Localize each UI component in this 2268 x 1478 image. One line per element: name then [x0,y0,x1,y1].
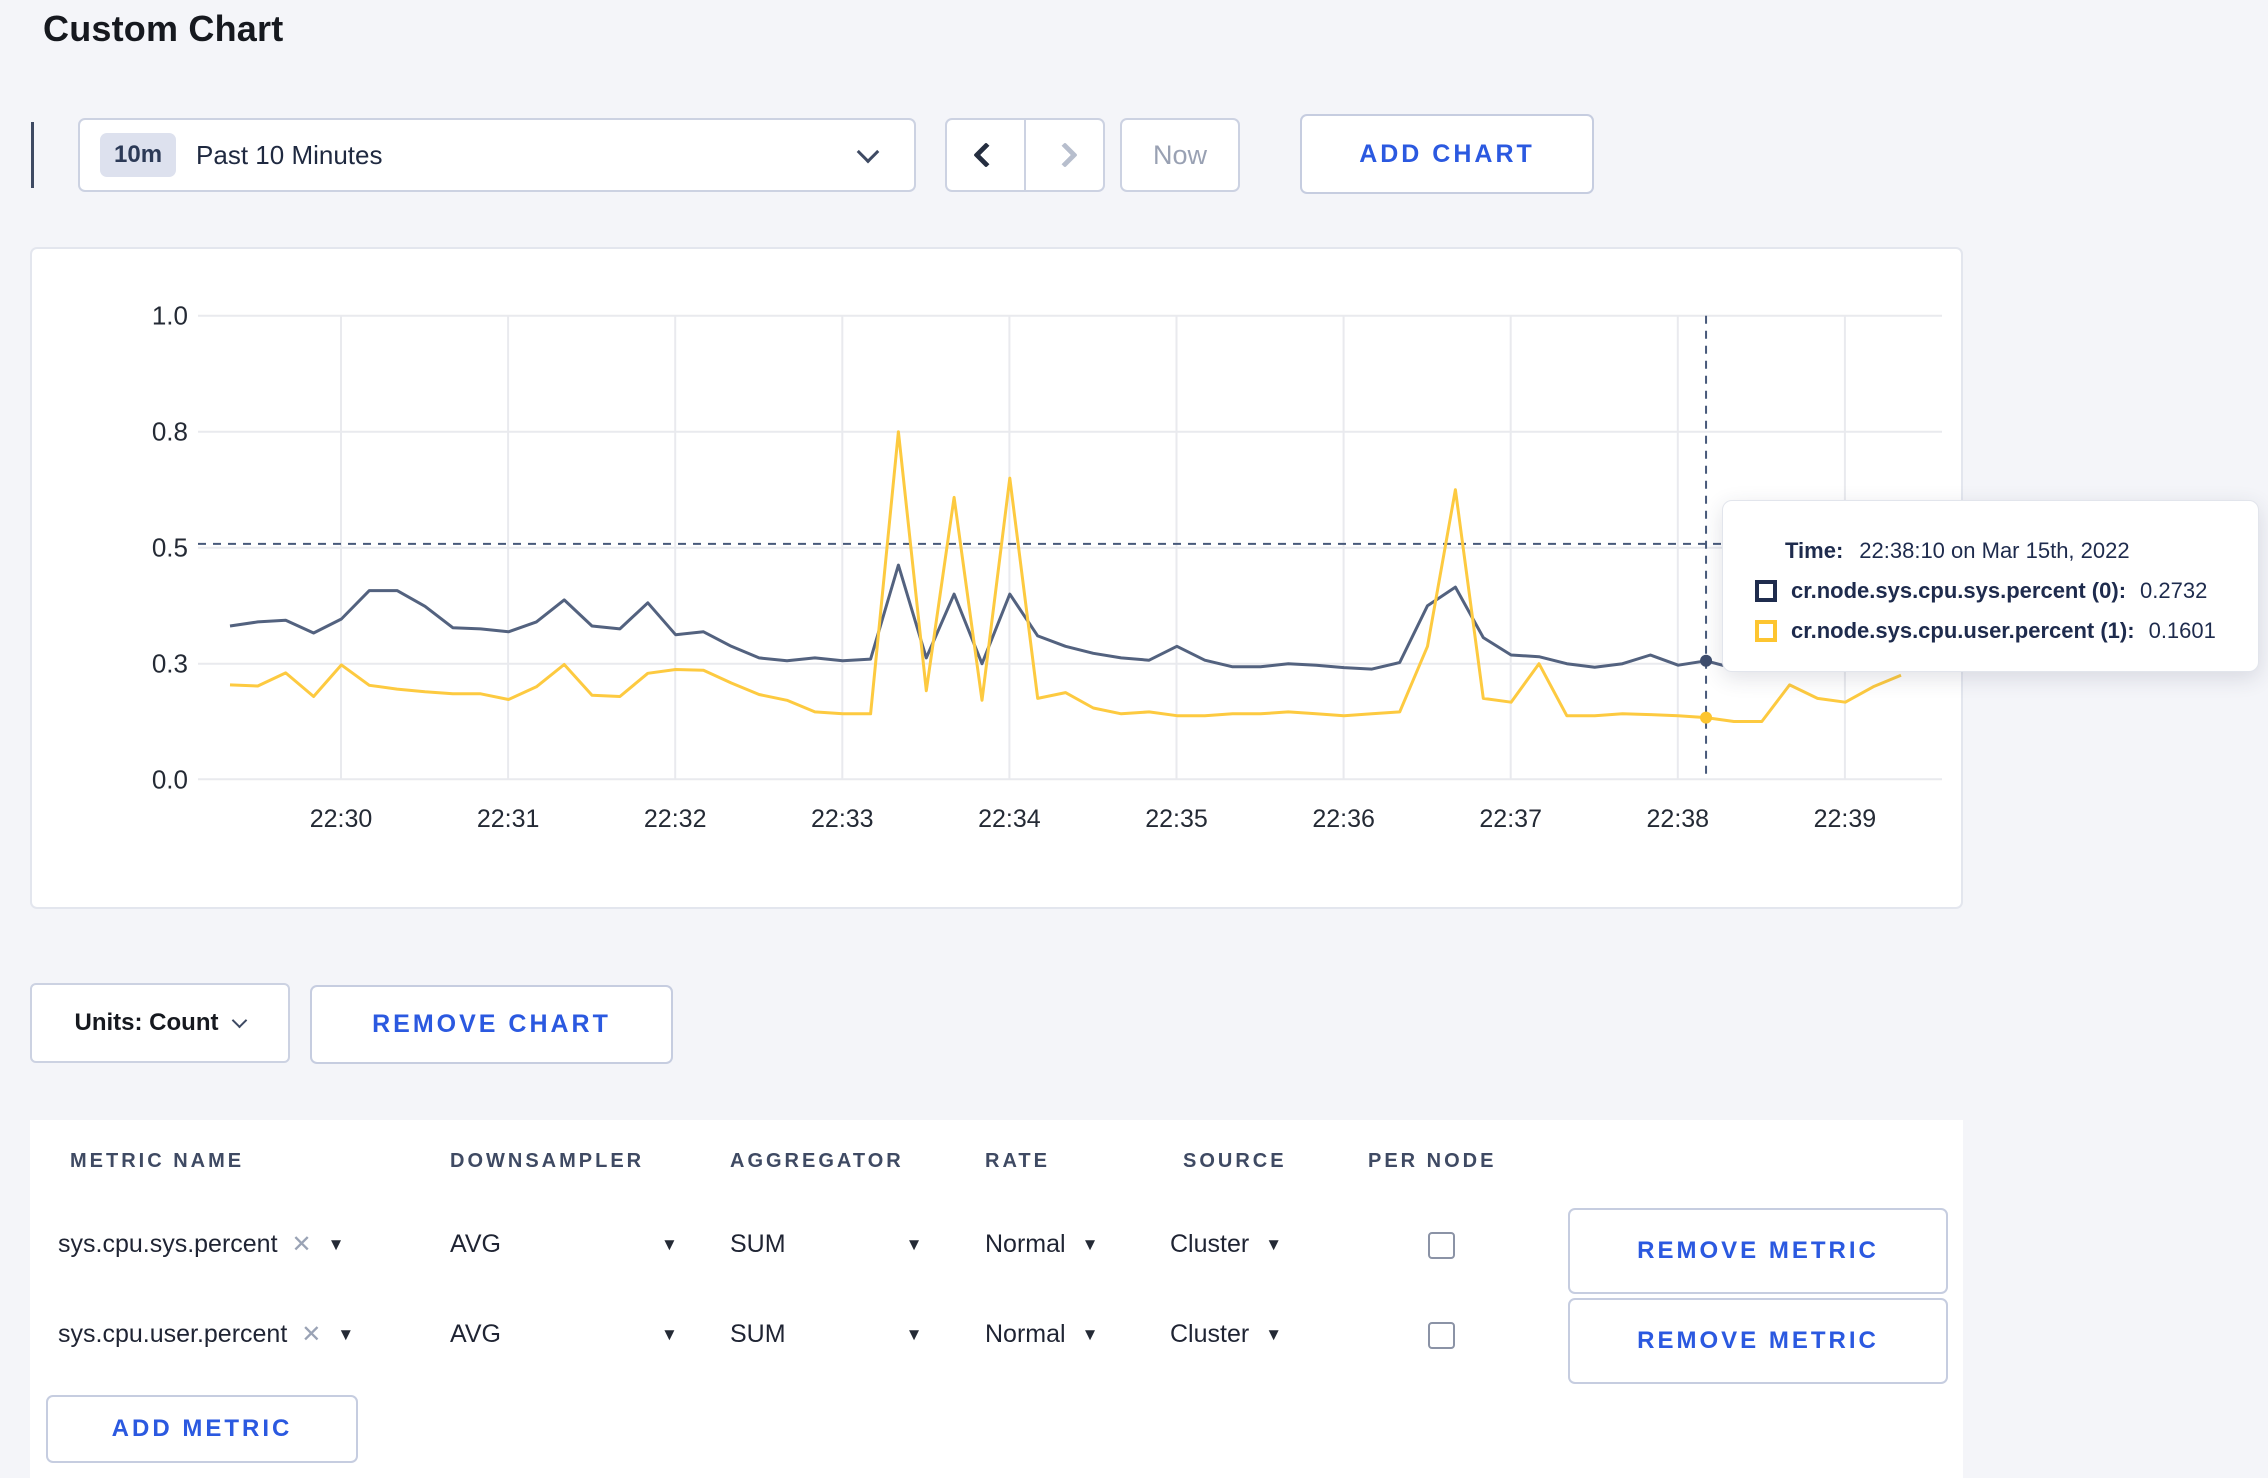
downsampler-value: AVG [450,1230,501,1258]
per-node-checkbox[interactable] [1428,1322,1455,1349]
caret-down-icon: ▼ [1265,1324,1283,1344]
svg-text:22:37: 22:37 [1479,805,1542,833]
svg-text:22:33: 22:33 [811,805,874,833]
tooltip-series-label: cr.node.sys.cpu.user.percent (1): [1791,618,2135,643]
source-dropdown[interactable]: Cluster ▼ [1170,1230,1282,1259]
caret-down-icon: ▼ [1081,1324,1099,1344]
rate-dropdown[interactable]: Normal ▼ [985,1320,1098,1349]
svg-text:22:39: 22:39 [1814,805,1877,833]
svg-text:0.5: 0.5 [152,533,188,563]
aggregator-dropdown[interactable]: SUM ▼ [730,1230,922,1259]
caret-down-icon: ▼ [660,1324,678,1344]
caret-down-icon: ▼ [337,1324,355,1344]
clear-metric-icon[interactable]: ✕ [301,1320,321,1349]
prev-time-button[interactable] [947,120,1026,190]
rate-value: Normal [985,1320,1066,1348]
metric-name-dropdown[interactable]: sys.cpu.user.percent ✕ ▼ [58,1320,354,1349]
metric-name-text: sys.cpu.user.percent [58,1320,288,1348]
svg-text:22:38: 22:38 [1647,805,1710,833]
tooltip-series-value: 0.2732 [2140,578,2208,603]
col-header-downsampler: DOWNSAMPLER [450,1150,645,1172]
page-title: Custom Chart [43,8,284,49]
metric-name-dropdown[interactable]: sys.cpu.sys.percent ✕ ▼ [58,1230,344,1259]
col-header-source: SOURCE [1183,1150,1287,1172]
caret-down-icon: ▼ [905,1324,923,1344]
time-range-badge: 10m [100,133,177,177]
left-edge-divider [31,122,34,188]
aggregator-dropdown[interactable]: SUM ▼ [730,1320,922,1349]
downsampler-dropdown[interactable]: AVG ▼ [450,1320,678,1349]
add-metric-button[interactable]: ADD METRIC [46,1395,358,1463]
col-header-metric-name: METRIC NAME [70,1150,245,1172]
metric-name-text: sys.cpu.sys.percent [58,1230,278,1258]
series-user-swatch-icon [1755,620,1777,642]
svg-text:22:34: 22:34 [978,805,1041,833]
svg-text:0.0: 0.0 [152,764,188,794]
clear-metric-icon[interactable]: ✕ [292,1230,312,1259]
add-chart-button[interactable]: ADD CHART [1300,114,1594,194]
per-node-checkbox[interactable] [1428,1232,1455,1259]
metrics-table: METRIC NAME DOWNSAMPLER AGGREGATOR RATE … [30,1120,1963,1478]
source-value: Cluster [1170,1320,1250,1348]
next-time-button[interactable] [1026,120,1103,190]
downsampler-value: AVG [450,1320,501,1348]
chart-panel: 22:30 22:31 22:32 22:33 22:34 22:35 22:36 22:37… [30,247,1963,909]
svg-text:1.0: 1.0 [152,301,188,331]
col-header-rate: RATE [985,1150,1050,1172]
time-range-dropdown[interactable]: 10m Past 10 Minutes [78,118,916,192]
remove-metric-button[interactable]: REMOVE METRIC [1568,1208,1948,1294]
svg-text:22:35: 22:35 [1145,805,1208,833]
series-sys-swatch-icon [1755,580,1777,602]
chevron-right-icon [1051,142,1078,168]
time-range-label: Past 10 Minutes [196,139,383,170]
units-dropdown[interactable]: Units: Count [30,983,290,1063]
svg-text:22:36: 22:36 [1312,805,1375,833]
downsampler-dropdown[interactable]: AVG ▼ [450,1230,678,1259]
tooltip-series-value: 0.1601 [2148,618,2216,643]
tooltip-time-label: Time: [1785,538,1844,563]
svg-text:22:32: 22:32 [644,805,707,833]
time-window-pager [945,118,1105,192]
caret-down-icon: ▼ [327,1234,345,1254]
aggregator-value: SUM [730,1320,786,1348]
now-button[interactable]: Now [1120,118,1240,192]
units-label: Units: Count [74,1009,219,1036]
tooltip-time-row: Time: 22:38:10 on Mar 15th, 2022 [1755,531,2258,571]
tooltip-time-value: 22:38:10 on Mar 15th, 2022 [1859,538,2130,563]
caret-down-icon: ▼ [905,1234,923,1254]
rate-dropdown[interactable]: Normal ▼ [985,1230,1098,1259]
chevron-left-icon [972,142,999,168]
svg-text:0.3: 0.3 [152,649,188,679]
svg-text:0.8: 0.8 [152,417,188,447]
source-dropdown[interactable]: Cluster ▼ [1170,1320,1282,1349]
source-value: Cluster [1170,1230,1250,1258]
chevron-down-icon [856,140,880,164]
line-chart[interactable]: 22:30 22:31 22:32 22:33 22:34 22:35 22:36 22:37… [32,249,1961,907]
svg-text:22:31: 22:31 [477,805,540,833]
remove-metric-button[interactable]: REMOVE METRIC [1568,1298,1948,1384]
col-header-per-node: PER NODE [1368,1150,1497,1172]
remove-chart-button[interactable]: REMOVE CHART [310,985,673,1064]
aggregator-value: SUM [730,1230,786,1258]
col-header-aggregator: AGGREGATOR [730,1150,904,1172]
caret-down-icon: ▼ [1265,1234,1283,1254]
chevron-down-icon [232,1012,248,1028]
chart-tooltip: Time: 22:38:10 on Mar 15th, 2022 cr.node… [1722,500,2259,672]
tooltip-series-label: cr.node.sys.cpu.sys.percent (0): [1791,578,2127,603]
caret-down-icon: ▼ [660,1234,678,1254]
caret-down-icon: ▼ [1081,1234,1099,1254]
tooltip-series-row: cr.node.sys.cpu.sys.percent (0): 0.2732 [1755,571,2258,611]
rate-value: Normal [985,1230,1066,1258]
tooltip-series-row: cr.node.sys.cpu.user.percent (1): 0.1601 [1755,611,2258,651]
svg-text:22:30: 22:30 [310,805,373,833]
